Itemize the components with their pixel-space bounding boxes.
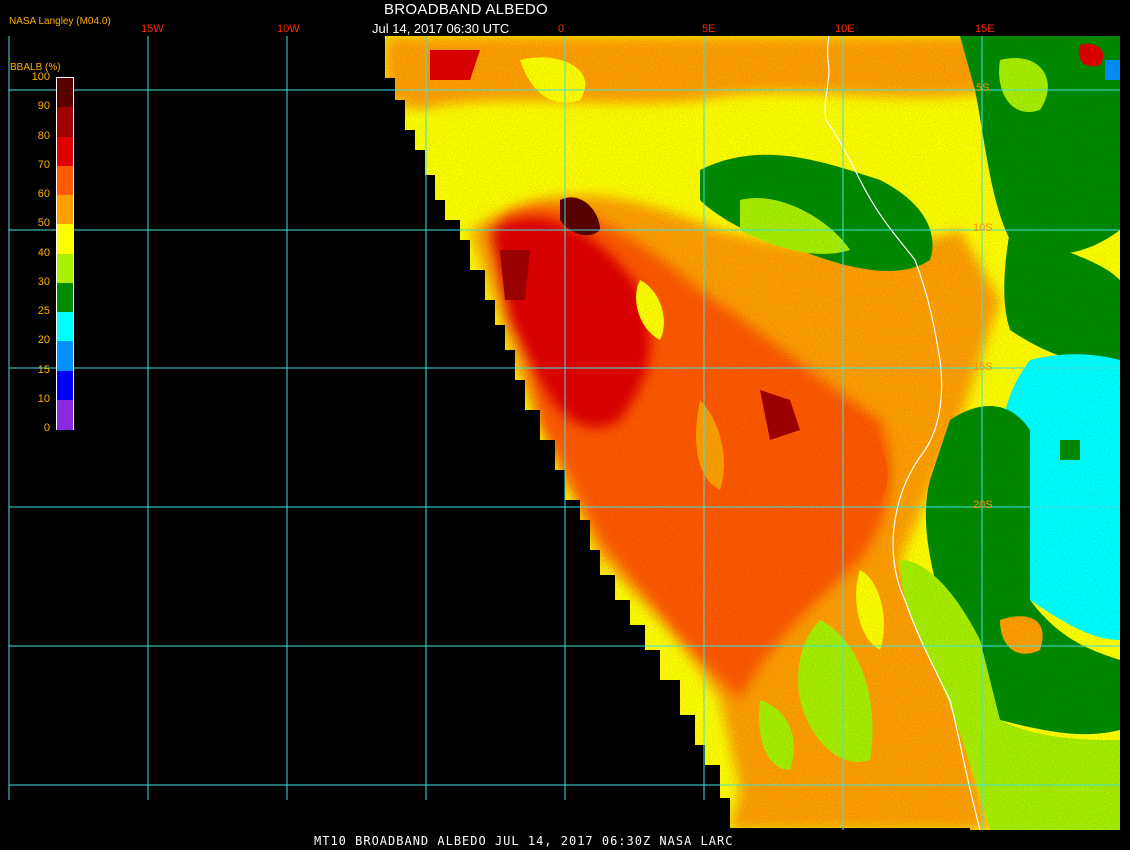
lon-label-0: 0 (558, 23, 565, 35)
lat-label-20s: 20S (973, 499, 993, 511)
colorbar-tick-label: 50 (37, 217, 50, 230)
colorbar-segment (57, 136, 73, 167)
footer-caption: MT10 BROADBAND ALBEDO JUL 14, 2017 06:30… (314, 834, 734, 848)
albedo-map (8, 36, 1120, 830)
lon-label-10w: 10W (277, 23, 300, 35)
colorbar-segment (57, 195, 73, 225)
colorbar-segment (57, 312, 73, 342)
colorbar-tick-label: 60 (37, 188, 50, 200)
colorbar (56, 77, 74, 430)
colorbar-tick-label: 90 (37, 100, 50, 113)
colorbar-segment (57, 107, 73, 138)
colorbar-tick-label: 25 (37, 305, 50, 317)
albedo-swath (385, 36, 1120, 830)
colorbar-tick-label: 15 (37, 363, 50, 376)
colorbar-segment (57, 253, 73, 284)
colorbar-segment (57, 341, 73, 372)
agency-label: NASA Langley (M04.0) (9, 16, 111, 27)
lon-label-15w: 15W (141, 23, 164, 35)
colorbar-segment (57, 224, 73, 255)
colorbar-segment (57, 282, 73, 313)
lon-label-5e: 5E (702, 23, 716, 35)
lon-label-15e: 15E (975, 23, 995, 35)
colorbar-tick-label: 70 (37, 158, 50, 171)
colorbar-tick-label: 80 (37, 129, 50, 142)
colorbar-segment (57, 78, 73, 108)
colorbar-tick-label: 40 (37, 246, 50, 259)
lat-label-10s: 10S (973, 222, 993, 234)
map-title: BROADBAND ALBEDO (384, 1, 549, 18)
colorbar-tick-label: 20 (37, 334, 50, 347)
lon-label-10e: 10E (835, 23, 855, 35)
lat-label-15s: 15S (973, 361, 993, 373)
colorbar-tick-label: 10 (37, 392, 50, 405)
colorbar-segment (57, 165, 73, 196)
colorbar-tick-label: 30 (37, 275, 50, 288)
lat-label-5s: 5S (976, 82, 990, 94)
colorbar-tick-label: 0 (43, 422, 50, 434)
colorbar-segment (57, 370, 73, 401)
colorbar-tick-label: 100 (31, 71, 50, 83)
map-datetime: Jul 14, 2017 06:30 UTC (372, 21, 510, 36)
colorbar-segment (57, 399, 73, 430)
